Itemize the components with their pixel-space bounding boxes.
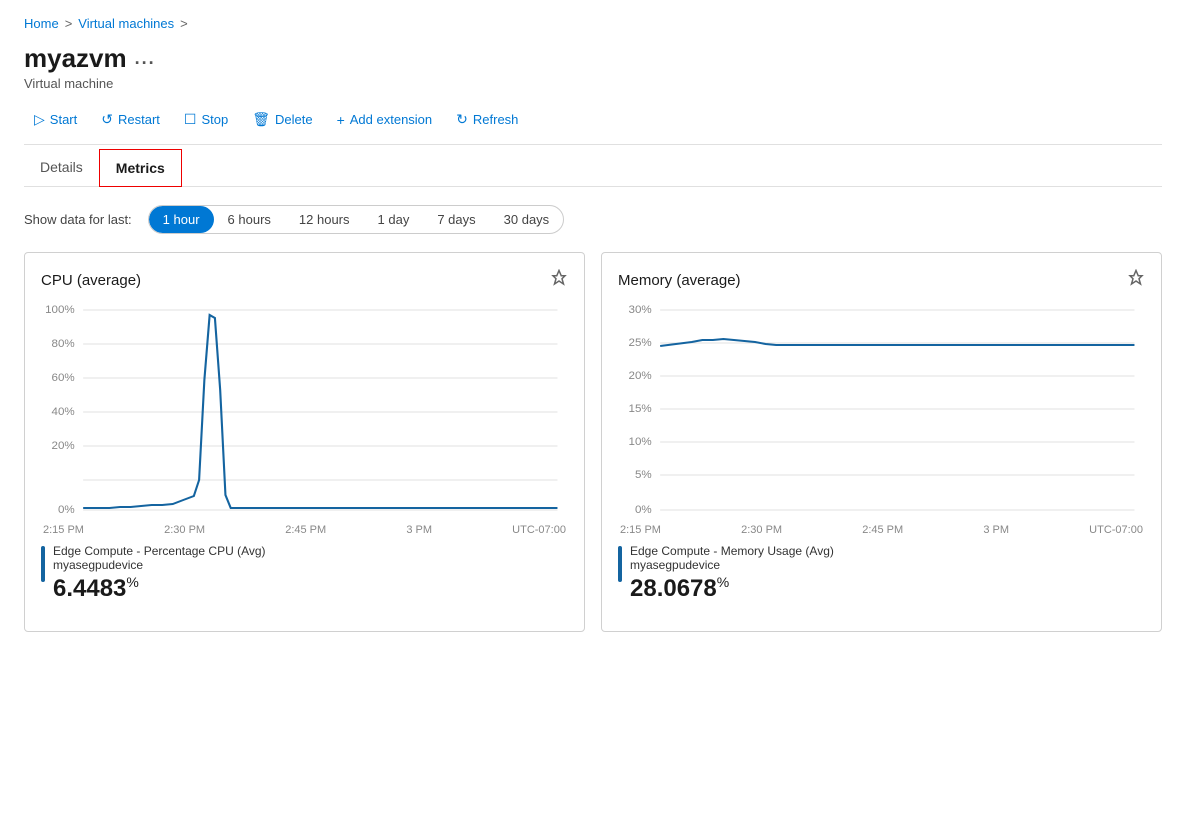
cpu-legend-bar	[41, 546, 45, 582]
svg-text:60%: 60%	[52, 372, 75, 384]
memory-chart-title: Memory (average)	[618, 272, 741, 289]
cpu-legend-title: Edge Compute - Percentage CPU (Avg)	[53, 544, 266, 558]
cpu-chart-card: CPU (average) 1	[24, 252, 585, 632]
tab-details[interactable]: Details	[24, 149, 99, 187]
memory-legend-content: Edge Compute - Memory Usage (Avg) myaseg…	[630, 544, 834, 603]
time-7days[interactable]: 7 days	[423, 206, 489, 233]
cpu-chart-area: 100% 80% 60% 40% 20% 0%	[41, 300, 568, 520]
cpu-chart-title-row: CPU (average)	[41, 269, 568, 292]
memory-legend-bar	[618, 546, 622, 582]
svg-text:0%: 0%	[58, 504, 75, 516]
memory-legend-subtitle: myasegpudevice	[630, 558, 834, 572]
refresh-button[interactable]: ↻ Refresh	[446, 105, 528, 134]
memory-chart-svg: 30% 25% 20% 15% 10% 5% 0%	[618, 300, 1145, 520]
cpu-pin-icon[interactable]	[550, 269, 568, 292]
svg-text:20%: 20%	[52, 440, 75, 452]
cpu-chart-title: CPU (average)	[41, 272, 141, 289]
svg-text:0%: 0%	[635, 504, 652, 516]
charts-row: CPU (average) 1	[24, 252, 1162, 632]
time-selector: 1 hour 6 hours 12 hours 1 day 7 days 30 …	[148, 205, 565, 234]
svg-text:10%: 10%	[629, 436, 652, 448]
memory-chart-title-row: Memory (average)	[618, 269, 1145, 292]
vm-ellipsis[interactable]: ...	[135, 48, 156, 69]
memory-legend: Edge Compute - Memory Usage (Avg) myaseg…	[618, 544, 1145, 603]
time-1day[interactable]: 1 day	[364, 206, 424, 233]
toolbar: ▷ Start ↺ Restart ☐ Stop 🗑 Delete + Add …	[24, 105, 1162, 145]
stop-icon: ☐	[184, 111, 197, 128]
memory-metric-value: 28.0678%	[630, 574, 834, 603]
vm-name: myazvm	[24, 43, 127, 74]
breadcrumb-sep1: >	[65, 16, 73, 31]
time-30days[interactable]: 30 days	[490, 206, 564, 233]
memory-chart-area: 30% 25% 20% 15% 10% 5% 0%	[618, 300, 1145, 520]
start-button[interactable]: ▷ Start	[24, 105, 87, 134]
restart-icon: ↺	[101, 111, 113, 128]
svg-text:40%: 40%	[52, 406, 75, 418]
memory-legend-title: Edge Compute - Memory Usage (Avg)	[630, 544, 834, 558]
svg-text:25%: 25%	[629, 337, 652, 349]
memory-x-labels: 2:15 PM 2:30 PM 2:45 PM 3 PM UTC-07:00	[618, 524, 1145, 536]
svg-text:15%: 15%	[629, 403, 652, 415]
cpu-legend-subtitle: myasegpudevice	[53, 558, 266, 572]
cpu-legend: Edge Compute - Percentage CPU (Avg) myas…	[41, 544, 568, 603]
stop-button[interactable]: ☐ Stop	[174, 105, 238, 134]
cpu-metric-value: 6.4483%	[53, 574, 266, 603]
memory-pin-icon[interactable]	[1127, 269, 1145, 292]
svg-text:80%: 80%	[52, 338, 75, 350]
memory-chart-card: Memory (average)	[601, 252, 1162, 632]
refresh-icon: ↻	[456, 111, 468, 128]
breadcrumb-home[interactable]: Home	[24, 16, 59, 31]
cpu-chart-svg: 100% 80% 60% 40% 20% 0%	[41, 300, 568, 520]
vm-subtitle: Virtual machine	[24, 76, 1162, 91]
show-data-label: Show data for last:	[24, 212, 132, 227]
time-12hours[interactable]: 12 hours	[285, 206, 364, 233]
start-icon: ▷	[34, 111, 45, 128]
delete-icon: 🗑	[252, 111, 270, 128]
svg-text:100%: 100%	[45, 304, 75, 316]
cpu-legend-content: Edge Compute - Percentage CPU (Avg) myas…	[53, 544, 266, 603]
restart-button[interactable]: ↺ Restart	[91, 105, 170, 134]
svg-text:30%: 30%	[629, 304, 652, 316]
svg-text:20%: 20%	[629, 370, 652, 382]
breadcrumb-sep2: >	[180, 16, 188, 31]
tabs: Details Metrics	[24, 145, 1162, 187]
breadcrumb-vms[interactable]: Virtual machines	[78, 16, 174, 31]
add-extension-button[interactable]: + Add extension	[327, 106, 443, 134]
delete-button[interactable]: 🗑 Delete	[242, 105, 322, 134]
time-6hours[interactable]: 6 hours	[214, 206, 285, 233]
tab-metrics[interactable]: Metrics	[99, 149, 182, 187]
breadcrumb: Home > Virtual machines >	[24, 16, 1162, 31]
add-icon: +	[337, 112, 345, 128]
vm-title-row: myazvm ...	[24, 43, 1162, 74]
metrics-controls: Show data for last: 1 hour 6 hours 12 ho…	[24, 205, 1162, 234]
svg-text:5%: 5%	[635, 469, 652, 481]
cpu-x-labels: 2:15 PM 2:30 PM 2:45 PM 3 PM UTC-07:00	[41, 524, 568, 536]
time-1hour[interactable]: 1 hour	[149, 206, 214, 233]
